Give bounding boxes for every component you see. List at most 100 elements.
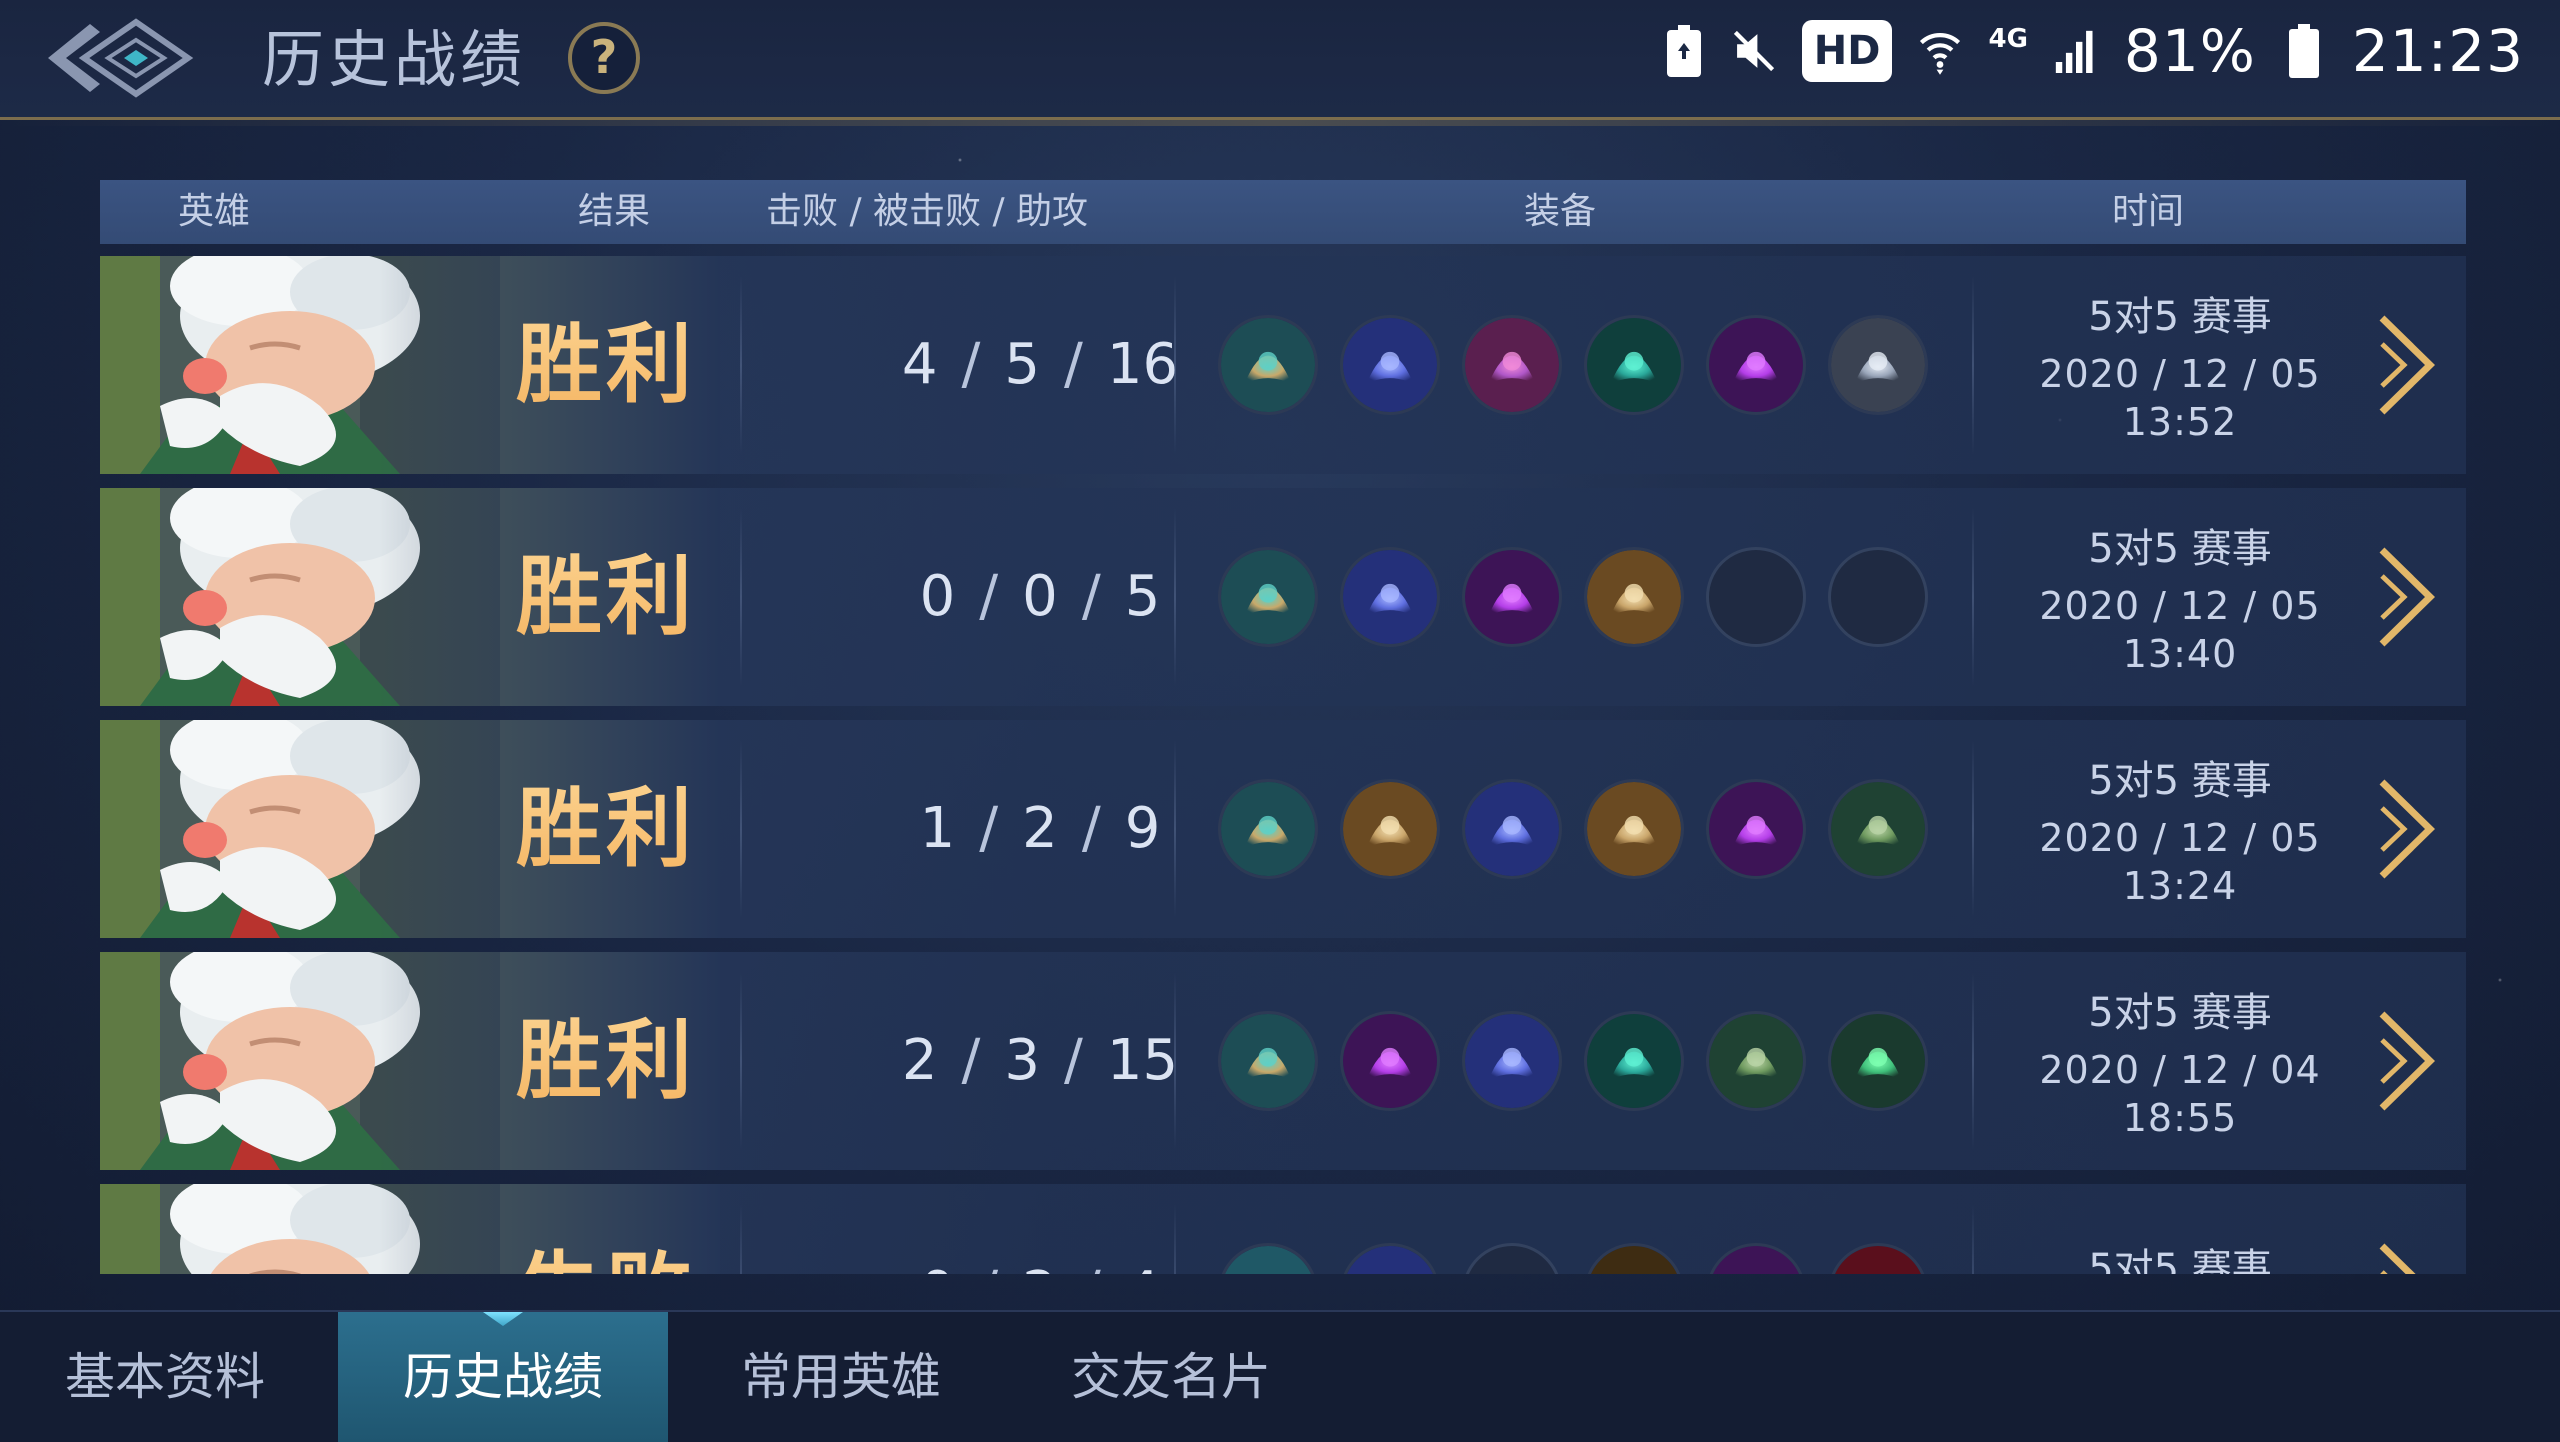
purple-staff-item-icon[interactable] (1462, 547, 1562, 647)
kda-separator: / (1081, 564, 1101, 629)
column-divider (1972, 1204, 1974, 1274)
column-divider (1972, 972, 1974, 1150)
chevron-right-icon[interactable] (2376, 1008, 2436, 1114)
status-clock: 21:23 (2351, 17, 2524, 85)
network-type-label: 4G (1988, 24, 2028, 54)
blue-boots-item-icon[interactable] (1462, 1011, 1562, 1111)
equipment-list (1218, 256, 1928, 474)
assists-count: 9 (1124, 796, 1161, 861)
scroll-item-icon[interactable] (1584, 547, 1684, 647)
deaths-count: 3 (1004, 1028, 1040, 1093)
empty-item-slot (1462, 1243, 1562, 1274)
tab-basic-info[interactable]: 基本资料 (0, 1312, 330, 1442)
chevron-right-icon[interactable] (2376, 1240, 2436, 1274)
tab-match-history[interactable]: 历史战绩 (338, 1312, 668, 1442)
match-time: 5对5 赛事 2020 / 12 / 05 13:52 (2000, 256, 2360, 474)
match-date: 2020 / 12 / 05 (2039, 816, 2321, 860)
kda-separator: / (1082, 1184, 1101, 1274)
green-chest-item-icon[interactable] (1706, 1011, 1806, 1111)
teal-armor-item-icon[interactable] (1218, 779, 1318, 879)
kda-separator: / (961, 332, 981, 397)
teal-armor-item-icon[interactable] (1218, 315, 1318, 415)
chevron-right-icon[interactable] (2376, 312, 2436, 418)
blue-boots-item-icon[interactable] (1340, 1243, 1440, 1274)
battery-percent: 81% (2123, 17, 2256, 85)
chevron-right-icon[interactable] (2376, 544, 2436, 650)
red-gem-item-icon[interactable] (1828, 1243, 1928, 1274)
match-result: 胜利 (516, 488, 696, 706)
table-header: 英雄 结果 击败 / 被击败 / 助攻 装备 时间 (100, 180, 2466, 244)
equipment-list (1218, 488, 1928, 706)
match-mode: 5对5 赛事 (2088, 990, 2272, 1036)
kda-separator: / (979, 564, 999, 629)
chevron-right-icon[interactable] (2376, 776, 2436, 882)
match-mode: 5对5 赛事 (2088, 294, 2272, 340)
scroll-item-icon[interactable] (1584, 779, 1684, 879)
match-mode: 5对5 赛事 (2088, 526, 2272, 572)
teal-armor-item-icon[interactable] (1218, 1011, 1318, 1111)
kills-count: 0 (920, 1184, 956, 1274)
match-row[interactable]: 胜利 0 / 0 / 5 5对5 赛事 2020 / 12 / 05 13:40 (100, 488, 2466, 706)
hd-badge: HD (1801, 20, 1893, 82)
teal-armor-item-icon[interactable] (1218, 547, 1318, 647)
purple-staff-item-icon[interactable] (1340, 1011, 1440, 1111)
column-divider (1972, 508, 1974, 686)
match-row[interactable]: 胜利 1 / 2 / 9 5对5 赛事 2020 / 12 / 05 13:24 (100, 720, 2466, 938)
match-mode: 5对5 赛事 (2088, 1246, 2272, 1274)
column-divider (740, 508, 742, 686)
kda-stats: 0 / 0 / 5 (800, 488, 1280, 706)
column-divider (740, 276, 742, 454)
back-button[interactable] (44, 14, 194, 102)
column-divider (1972, 740, 1974, 918)
kda-separator: / (1081, 796, 1101, 861)
magic-book-item-icon[interactable] (1462, 315, 1562, 415)
column-divider (1174, 276, 1176, 454)
battery-icon (2282, 23, 2326, 79)
green-mask-item-icon[interactable] (1584, 315, 1684, 415)
scroll-item-icon[interactable] (1340, 779, 1440, 879)
match-row[interactable]: 失败 0 / 2 / 4 5对5 赛事2020 / 12 / 04 (100, 1184, 2466, 1274)
match-result: 失败 (516, 1184, 696, 1274)
deaths-count: 2 (1022, 796, 1058, 861)
match-time: 5对5 赛事 2020 / 12 / 05 13:40 (2000, 488, 2360, 706)
match-row[interactable]: 胜利 4 / 5 / 16 5对5 赛事 2020 / 12 / 05 13:52 (100, 256, 2466, 474)
tab-friend-card[interactable]: 交友名片 (1006, 1312, 1336, 1442)
column-divider (740, 1204, 742, 1274)
blue-boots-item-icon[interactable] (1340, 547, 1440, 647)
purple-staff-item-icon[interactable] (1706, 779, 1806, 879)
match-result: 胜利 (516, 720, 696, 938)
column-divider (740, 972, 742, 1150)
match-time: 5对5 赛事 2020 / 12 / 04 18:55 (2000, 952, 2360, 1170)
silver-blade-item-icon[interactable] (1828, 315, 1928, 415)
empty-item-slot (1828, 547, 1928, 647)
match-clock: 13:52 (2122, 400, 2238, 444)
wifi-icon (1918, 23, 1962, 79)
match-mode: 5对5 赛事 (2088, 758, 2272, 804)
blue-boots-item-icon[interactable] (1462, 779, 1562, 879)
green-spear-item-icon[interactable] (1828, 1011, 1928, 1111)
match-date: 2020 / 12 / 04 (2039, 1048, 2321, 1092)
match-row[interactable]: 胜利 2 / 3 / 15 5对5 赛事 2020 / 12 / 04 18:55 (100, 952, 2466, 1170)
kills-count: 4 (901, 332, 938, 397)
purple-staff-item-icon[interactable] (1706, 315, 1806, 415)
column-header-equipment: 装备 (1524, 191, 1597, 232)
assists-count: 5 (1124, 564, 1161, 629)
blue-boots-item-icon[interactable] (1340, 315, 1440, 415)
gold-chest-item-icon[interactable] (1584, 1243, 1684, 1274)
back-arrow-icon (48, 18, 194, 98)
battery-saver-icon (1662, 23, 1706, 79)
deaths-count: 2 (1022, 1184, 1058, 1274)
help-button[interactable]: ? (568, 22, 640, 94)
purple-staff-item-icon[interactable] (1706, 1243, 1806, 1274)
green-chest-item-icon[interactable] (1828, 779, 1928, 879)
tab-common-heroes[interactable]: 常用英雄 (676, 1312, 1006, 1442)
kda-stats: 0 / 2 / 4 (800, 1184, 1280, 1274)
deaths-count: 0 (1022, 564, 1058, 629)
kda-separator: / (1064, 332, 1083, 397)
cyan-armor-item-icon[interactable] (1218, 1243, 1318, 1274)
kda-stats: 2 / 3 / 15 (800, 952, 1280, 1170)
kda-separator: / (1064, 1028, 1083, 1093)
green-mask-item-icon[interactable] (1584, 1011, 1684, 1111)
column-divider (1174, 508, 1176, 686)
equipment-list (1218, 1184, 1928, 1274)
